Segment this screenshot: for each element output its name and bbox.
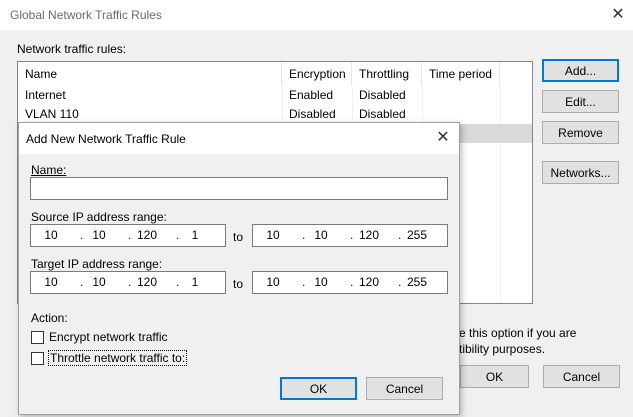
action-label: Action: [31,311,68,325]
ip-octet[interactable]: 120 [352,228,386,242]
column-header-throttling[interactable]: Throttling [352,62,422,86]
ip-octet[interactable]: 10 [34,275,68,289]
hint-text-line2: tibility purposes. [459,342,546,356]
to-label: to [233,230,244,244]
throttle-label[interactable]: Throttle network traffic to: [48,350,188,366]
name-input[interactable] [30,177,448,200]
dialog-title-bar: Add New Network Traffic Rule ✕ [19,123,459,154]
add-button[interactable]: Add... [542,59,619,82]
target-ip-label: Target IP address range: [31,257,163,271]
ip-octet[interactable]: 255 [400,275,434,289]
window-title: Global Network Traffic Rules [10,8,162,22]
dialog-cancel-button[interactable]: Cancel [366,377,443,400]
table-row-name[interactable]: Internet [18,86,66,105]
main-ok-button[interactable]: OK [460,365,529,388]
hint-text-line1: e this option if you are [459,326,577,340]
ip-octet[interactable]: 120 [352,275,386,289]
column-divider [500,86,501,303]
target-ip-from-input[interactable]: 10 . 10 . 120 . 1 [30,271,226,294]
encrypt-label[interactable]: Encrypt network traffic [49,330,168,344]
ip-octet[interactable]: 10 [304,228,338,242]
encrypt-checkbox[interactable] [31,331,44,344]
table-row-encryption[interactable]: Enabled [282,86,333,105]
dialog-ok-button[interactable]: OK [280,377,357,400]
column-header-name[interactable]: Name [18,62,282,86]
remove-button[interactable]: Remove [542,121,619,144]
ip-octet[interactable]: 10 [82,275,116,289]
source-ip-to-input[interactable]: 10 . 10 . 120 . 255 [252,224,448,247]
main-cancel-button[interactable]: Cancel [543,365,620,388]
name-label-text: Name: [31,163,67,177]
throttle-checkbox[interactable] [31,352,44,365]
dialog-close-icon[interactable]: ✕ [433,130,453,146]
ip-octet[interactable]: 120 [130,275,164,289]
ip-octet[interactable]: 10 [256,228,290,242]
ip-octet[interactable]: 255 [400,228,434,242]
dialog-title: Add New Network Traffic Rule [26,132,186,146]
networks-button[interactable]: Networks... [542,161,619,184]
add-rule-dialog: Add New Network Traffic Rule ✕ Name: Sou… [18,122,460,415]
to-label: to [233,277,244,291]
ip-octet[interactable]: 1 [178,275,212,289]
source-ip-from-input[interactable]: 10 . 10 . 120 . 1 [30,224,226,247]
target-ip-to-input[interactable]: 10 . 10 . 120 . 255 [252,271,448,294]
ip-octet[interactable]: 1 [178,228,212,242]
source-ip-label: Source IP address range: [31,210,167,224]
rules-list-label: Network traffic rules: [17,42,127,56]
column-header-encryption[interactable]: Encryption [282,62,352,86]
ip-octet[interactable]: 10 [256,275,290,289]
ip-octet[interactable]: 10 [34,228,68,242]
title-bar: Global Network Traffic Rules ✕ [0,0,633,30]
ip-octet[interactable]: 10 [82,228,116,242]
ip-octet[interactable]: 120 [130,228,164,242]
column-header-time-period[interactable]: Time period [422,62,500,86]
name-label: Name: [31,163,66,177]
table-row-throttling[interactable]: Disabled [352,86,406,105]
ip-octet[interactable]: 10 [304,275,338,289]
edit-button[interactable]: Edit... [542,90,619,113]
close-icon[interactable]: ✕ [608,7,628,23]
